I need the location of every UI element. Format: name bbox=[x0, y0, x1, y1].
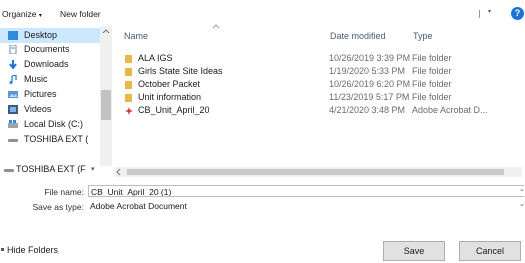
file-name: Girls State Site Ideas bbox=[138, 66, 223, 76]
column-header-type[interactable]: Type bbox=[413, 31, 433, 41]
nav-item-toshiba-ext-f[interactable]: TOSHIBA EXT (F ▾ bbox=[0, 162, 112, 176]
nav-item-local-disk[interactable]: Local Disk (C:) bbox=[0, 117, 100, 132]
file-name: October Packet bbox=[138, 79, 201, 89]
file-date: 4/21/2020 3:48 PM bbox=[329, 105, 406, 115]
organize-button[interactable]: Organize ▾ bbox=[2, 9, 42, 19]
nav-item-toshiba-ext[interactable]: TOSHIBA EXT ( bbox=[0, 132, 100, 147]
local-disk-icon bbox=[8, 120, 18, 129]
pictures-icon bbox=[8, 90, 18, 99]
toolbar: Organize ▾ New folder ▾ ? bbox=[0, 0, 525, 26]
nav-item-downloads[interactable]: Downloads bbox=[0, 57, 100, 72]
save-type-label: Save as type: bbox=[32, 202, 84, 212]
scroll-left-icon[interactable] bbox=[114, 167, 124, 177]
file-type: Adobe Acrobat D... bbox=[412, 105, 488, 115]
nav-item-documents[interactable]: Documents bbox=[0, 42, 100, 57]
nav-item-label: TOSHIBA EXT ( bbox=[24, 134, 89, 144]
documents-icon bbox=[8, 45, 18, 54]
sort-indicator-icon bbox=[212, 24, 220, 29]
pdf-icon bbox=[125, 107, 133, 115]
save-type-select[interactable]: Adobe Acrobat Document bbox=[88, 200, 524, 212]
file-name-label: File name: bbox=[44, 187, 84, 197]
nav-item-label: Documents bbox=[24, 44, 70, 54]
organize-label: Organize bbox=[2, 9, 37, 19]
file-type: File folder bbox=[412, 66, 452, 76]
downloads-icon bbox=[8, 60, 18, 69]
save-type-dropdown-icon[interactable]: ⌄ bbox=[519, 200, 525, 208]
hide-folders-label: Hide Folders bbox=[7, 245, 59, 255]
horizontal-scrollbar-thumb[interactable] bbox=[127, 169, 504, 175]
folder-icon bbox=[125, 55, 132, 63]
nav-item-pictures[interactable]: Pictures bbox=[0, 87, 100, 102]
file-name-value: CB_Unit_April_20 (1) bbox=[91, 187, 172, 197]
drive-icon bbox=[4, 165, 14, 174]
navigation-pane: Desktop Documents Downloads Music Pictur… bbox=[0, 26, 112, 176]
expand-caret-icon[interactable]: ▾ bbox=[91, 162, 95, 176]
file-date: 11/23/2019 5:17 PM bbox=[329, 92, 410, 102]
new-folder-button[interactable]: New folder bbox=[60, 9, 101, 19]
file-type: File folder bbox=[412, 53, 452, 63]
column-header-name[interactable]: Name bbox=[124, 31, 148, 41]
nav-scrollbar-thumb[interactable] bbox=[101, 90, 111, 120]
file-row[interactable]: CB_Unit_April_20 4/21/2020 3:48 PM Adobe… bbox=[118, 105, 520, 117]
folder-icon bbox=[125, 94, 132, 102]
drive-icon bbox=[8, 135, 18, 144]
collapse-icon bbox=[1, 248, 4, 251]
nav-item-label: Pictures bbox=[24, 89, 57, 99]
music-icon bbox=[8, 75, 18, 84]
nav-item-videos[interactable]: Videos bbox=[0, 102, 100, 117]
file-date: 10/26/2019 3:39 PM bbox=[329, 53, 411, 63]
view-caret-icon: ▾ bbox=[488, 9, 492, 15]
file-row[interactable]: October Packet 10/26/2019 6:20 PM File f… bbox=[118, 79, 520, 91]
column-header-date-modified[interactable]: Date modified bbox=[330, 31, 386, 41]
nav-item-label: Desktop bbox=[24, 30, 58, 40]
organize-caret-icon: ▾ bbox=[38, 13, 42, 19]
desktop-icon bbox=[8, 31, 18, 40]
nav-item-desktop[interactable]: Desktop bbox=[0, 28, 100, 43]
scroll-up-icon[interactable] bbox=[100, 26, 112, 38]
file-date: 10/26/2019 6:20 PM bbox=[329, 79, 411, 89]
file-date: 1/19/2020 5:33 PM bbox=[329, 66, 406, 76]
file-type: File folder bbox=[412, 79, 452, 89]
save-button[interactable]: Save bbox=[383, 241, 445, 261]
file-name: Unit information bbox=[138, 92, 202, 102]
nav-item-label: Music bbox=[24, 74, 48, 84]
save-type-value: Adobe Acrobat Document bbox=[90, 201, 187, 211]
view-options-icon bbox=[479, 10, 480, 18]
file-type: File folder bbox=[412, 92, 452, 102]
file-row[interactable]: Unit information 11/23/2019 5:17 PM File… bbox=[118, 92, 520, 104]
file-row[interactable]: ALA IGS 10/26/2019 3:39 PM File folder bbox=[118, 53, 520, 65]
nav-item-label: Videos bbox=[24, 104, 52, 114]
file-name: CB_Unit_April_20 bbox=[138, 105, 210, 115]
view-options-button[interactable]: ▾ bbox=[479, 9, 499, 19]
file-row[interactable]: Girls State Site Ideas 1/19/2020 5:33 PM… bbox=[118, 66, 520, 78]
nav-item-label: TOSHIBA EXT (F bbox=[16, 164, 86, 174]
folder-icon bbox=[125, 68, 132, 76]
file-name-field[interactable]: CB_Unit_April_20 (1) bbox=[88, 185, 524, 197]
folder-icon bbox=[125, 81, 132, 89]
nav-item-label: Local Disk (C:) bbox=[24, 119, 84, 129]
file-name: ALA IGS bbox=[138, 53, 173, 63]
help-button[interactable]: ? bbox=[511, 7, 524, 20]
nav-item-music[interactable]: Music bbox=[0, 72, 100, 87]
videos-icon bbox=[8, 105, 18, 114]
file-name-dropdown-icon[interactable]: ⌄ bbox=[519, 185, 525, 193]
cancel-button[interactable]: Cancel bbox=[459, 241, 521, 261]
nav-item-label: Downloads bbox=[24, 59, 69, 69]
